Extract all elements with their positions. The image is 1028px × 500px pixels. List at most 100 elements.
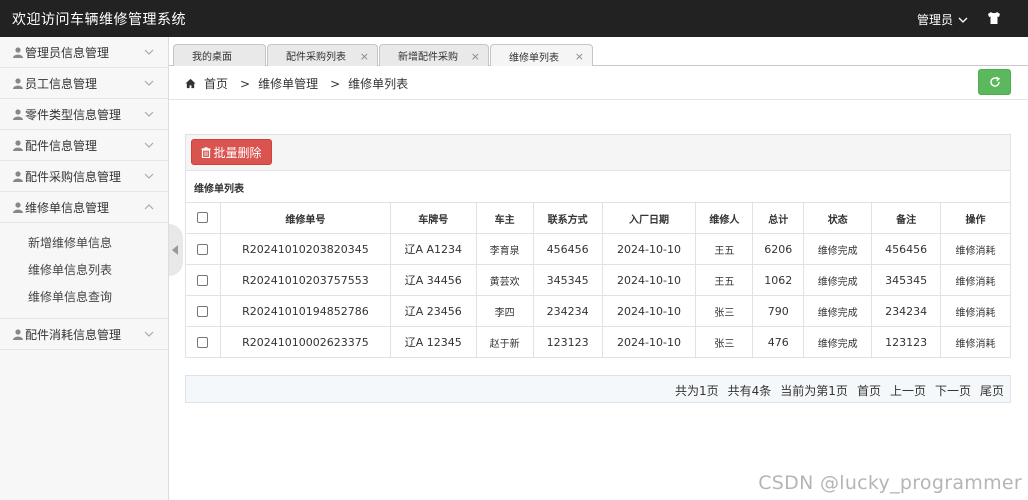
- row-select-cell: [185, 233, 221, 265]
- close-icon[interactable]: ×: [471, 50, 480, 63]
- shirt-icon[interactable]: [986, 10, 1002, 26]
- pager-next-link[interactable]: 下一页: [935, 382, 971, 399]
- sidebar-item-label: 配件消耗信息管理: [25, 327, 122, 342]
- sidebar-subitem-order-list[interactable]: 维修单信息列表: [0, 256, 168, 283]
- sidebar-item-admin[interactable]: 管理员信息管理: [0, 37, 168, 68]
- plate-no: 辽A 23456: [389, 295, 477, 327]
- repair-order-panel: 批量删除 维修单列表 维修单号 车牌号 车主 联系方式 入厂日期 维修人 总计 …: [185, 134, 1011, 404]
- tab-label: 配件采购列表: [286, 52, 346, 63]
- action-cell: 维修消耗: [940, 233, 1011, 265]
- pager-first-link[interactable]: 首页: [857, 382, 881, 399]
- tab-add-parts-purchase[interactable]: 新增配件采购 ×: [379, 44, 489, 66]
- user-icon: [13, 46, 23, 58]
- repairer: 王五: [695, 233, 754, 265]
- chevron-down-icon: [144, 142, 154, 148]
- column-header[interactable]: 维修单号: [219, 202, 391, 234]
- table-row: R20241010203820345 辽A A1234 李育泉 456456 2…: [185, 233, 1011, 265]
- column-header[interactable]: 维修人: [695, 202, 754, 234]
- sidebar-item-staff[interactable]: 员工信息管理: [0, 68, 168, 99]
- sidebar-subitem-order-query[interactable]: 维修单信息查询: [0, 283, 168, 310]
- chevron-down-icon: [144, 80, 154, 86]
- column-header[interactable]: 状态: [803, 202, 873, 234]
- note: 345345: [871, 264, 942, 296]
- total: 476: [752, 326, 805, 358]
- select-all-cell: [185, 202, 221, 234]
- plate-no: 辽A A1234: [389, 233, 477, 265]
- repairer: 张三: [695, 295, 754, 327]
- sidebar-collapse-handle[interactable]: [169, 224, 183, 276]
- repair-consumption-link[interactable]: 维修消耗: [956, 246, 996, 257]
- repair-consumption-link[interactable]: 维修消耗: [956, 277, 996, 288]
- pager-total-pages: 共为1页: [675, 384, 719, 398]
- pager-prev-link[interactable]: 上一页: [890, 382, 926, 399]
- order-no: R20241010002623375: [219, 326, 391, 358]
- pager-total-items: 共有4条: [727, 384, 772, 398]
- owner: 李四: [475, 295, 534, 327]
- sidebar-item-repair-orders[interactable]: 维修单信息管理: [0, 192, 168, 223]
- status: 维修完成: [803, 264, 873, 296]
- tab-bar: 我的桌面 配件采购列表 × 新增配件采购 × 维修单列表 ×: [169, 37, 1028, 67]
- user-icon: [13, 77, 23, 89]
- column-header[interactable]: 备注: [871, 202, 942, 234]
- repairer: 王五: [695, 264, 754, 296]
- plate-no: 辽A 12345: [389, 326, 477, 358]
- chevron-up-icon: [144, 204, 154, 210]
- repair-order-table: 维修单号 车牌号 车主 联系方式 入厂日期 维修人 总计 状态 备注 操作 R2…: [185, 202, 1011, 358]
- breadcrumb-section[interactable]: 维修单管理: [258, 75, 318, 92]
- breadcrumb-separator: >: [240, 76, 251, 91]
- close-icon[interactable]: ×: [575, 50, 584, 63]
- batch-delete-button[interactable]: 批量删除: [191, 139, 272, 165]
- user-menu[interactable]: 管理员: [917, 11, 968, 28]
- tab-repair-order-list[interactable]: 维修单列表 ×: [490, 44, 593, 67]
- note: 234234: [871, 295, 942, 327]
- entry-date: 2024-10-10: [601, 326, 697, 358]
- sidebar-subitem-add-order[interactable]: 新增维修单信息: [0, 229, 168, 256]
- user-icon: [13, 170, 23, 182]
- refresh-button[interactable]: [978, 69, 1011, 95]
- sidebar-item-parts-purchase[interactable]: 配件采购信息管理: [0, 161, 168, 192]
- sidebar-item-parts-consumption[interactable]: 配件消耗信息管理: [0, 319, 168, 350]
- pager-current-page: 当前为第1页: [780, 384, 848, 398]
- entry-date: 2024-10-10: [601, 295, 697, 327]
- refresh-icon: [990, 76, 1001, 87]
- row-checkbox[interactable]: [197, 337, 209, 348]
- pagination: 共为1页 共有4条 当前为第1页 首页 上一页 下一页 尾页: [675, 382, 1004, 399]
- owner: 黄芸欢: [475, 264, 534, 296]
- chevron-down-icon: [958, 17, 968, 23]
- sidebar-item-label: 管理员信息管理: [25, 45, 110, 60]
- pager-last-link[interactable]: 尾页: [980, 382, 1004, 399]
- sidebar-item-parts[interactable]: 配件信息管理: [0, 130, 168, 161]
- row-checkbox[interactable]: [197, 275, 209, 286]
- action-cell: 维修消耗: [940, 326, 1011, 358]
- column-header[interactable]: 联系方式: [532, 202, 603, 234]
- tab-desktop[interactable]: 我的桌面: [173, 44, 266, 66]
- column-header[interactable]: 入厂日期: [601, 202, 697, 234]
- sidebar-item-label: 维修单信息管理: [25, 200, 110, 215]
- column-header[interactable]: 总计: [752, 202, 805, 234]
- repairer: 张三: [695, 326, 754, 358]
- total: 6206: [752, 233, 805, 265]
- column-header[interactable]: 操作: [940, 202, 1011, 234]
- close-icon[interactable]: ×: [360, 50, 369, 63]
- sidebar-item-label: 零件类型信息管理: [25, 107, 122, 122]
- total: 790: [752, 295, 805, 327]
- column-header[interactable]: 车牌号: [389, 202, 477, 234]
- sidebar-item-label: 员工信息管理: [25, 76, 98, 91]
- breadcrumb-home[interactable]: 首页: [204, 75, 228, 92]
- repair-consumption-link[interactable]: 维修消耗: [956, 339, 996, 350]
- row-checkbox[interactable]: [197, 244, 209, 255]
- watermark: CSDN @lucky_programmer: [758, 472, 1022, 494]
- repair-consumption-link[interactable]: 维修消耗: [956, 308, 996, 319]
- breadcrumb-bar: 首页 > 维修单管理 > 维修单列表: [169, 66, 1028, 100]
- user-icon: [13, 108, 23, 120]
- column-header[interactable]: 车主: [475, 202, 534, 234]
- table-row: R20241010194852786 辽A 23456 李四 234234 20…: [185, 295, 1011, 327]
- plate-no: 辽A 34456: [389, 264, 477, 296]
- select-all-checkbox[interactable]: [197, 212, 209, 224]
- tab-label: 新增配件采购: [398, 52, 458, 63]
- row-checkbox[interactable]: [197, 306, 209, 317]
- sidebar-item-part-types[interactable]: 零件类型信息管理: [0, 99, 168, 130]
- order-no: R20241010203757553: [219, 264, 391, 296]
- phone: 123123: [532, 326, 603, 358]
- tab-parts-purchase-list[interactable]: 配件采购列表 ×: [267, 44, 378, 66]
